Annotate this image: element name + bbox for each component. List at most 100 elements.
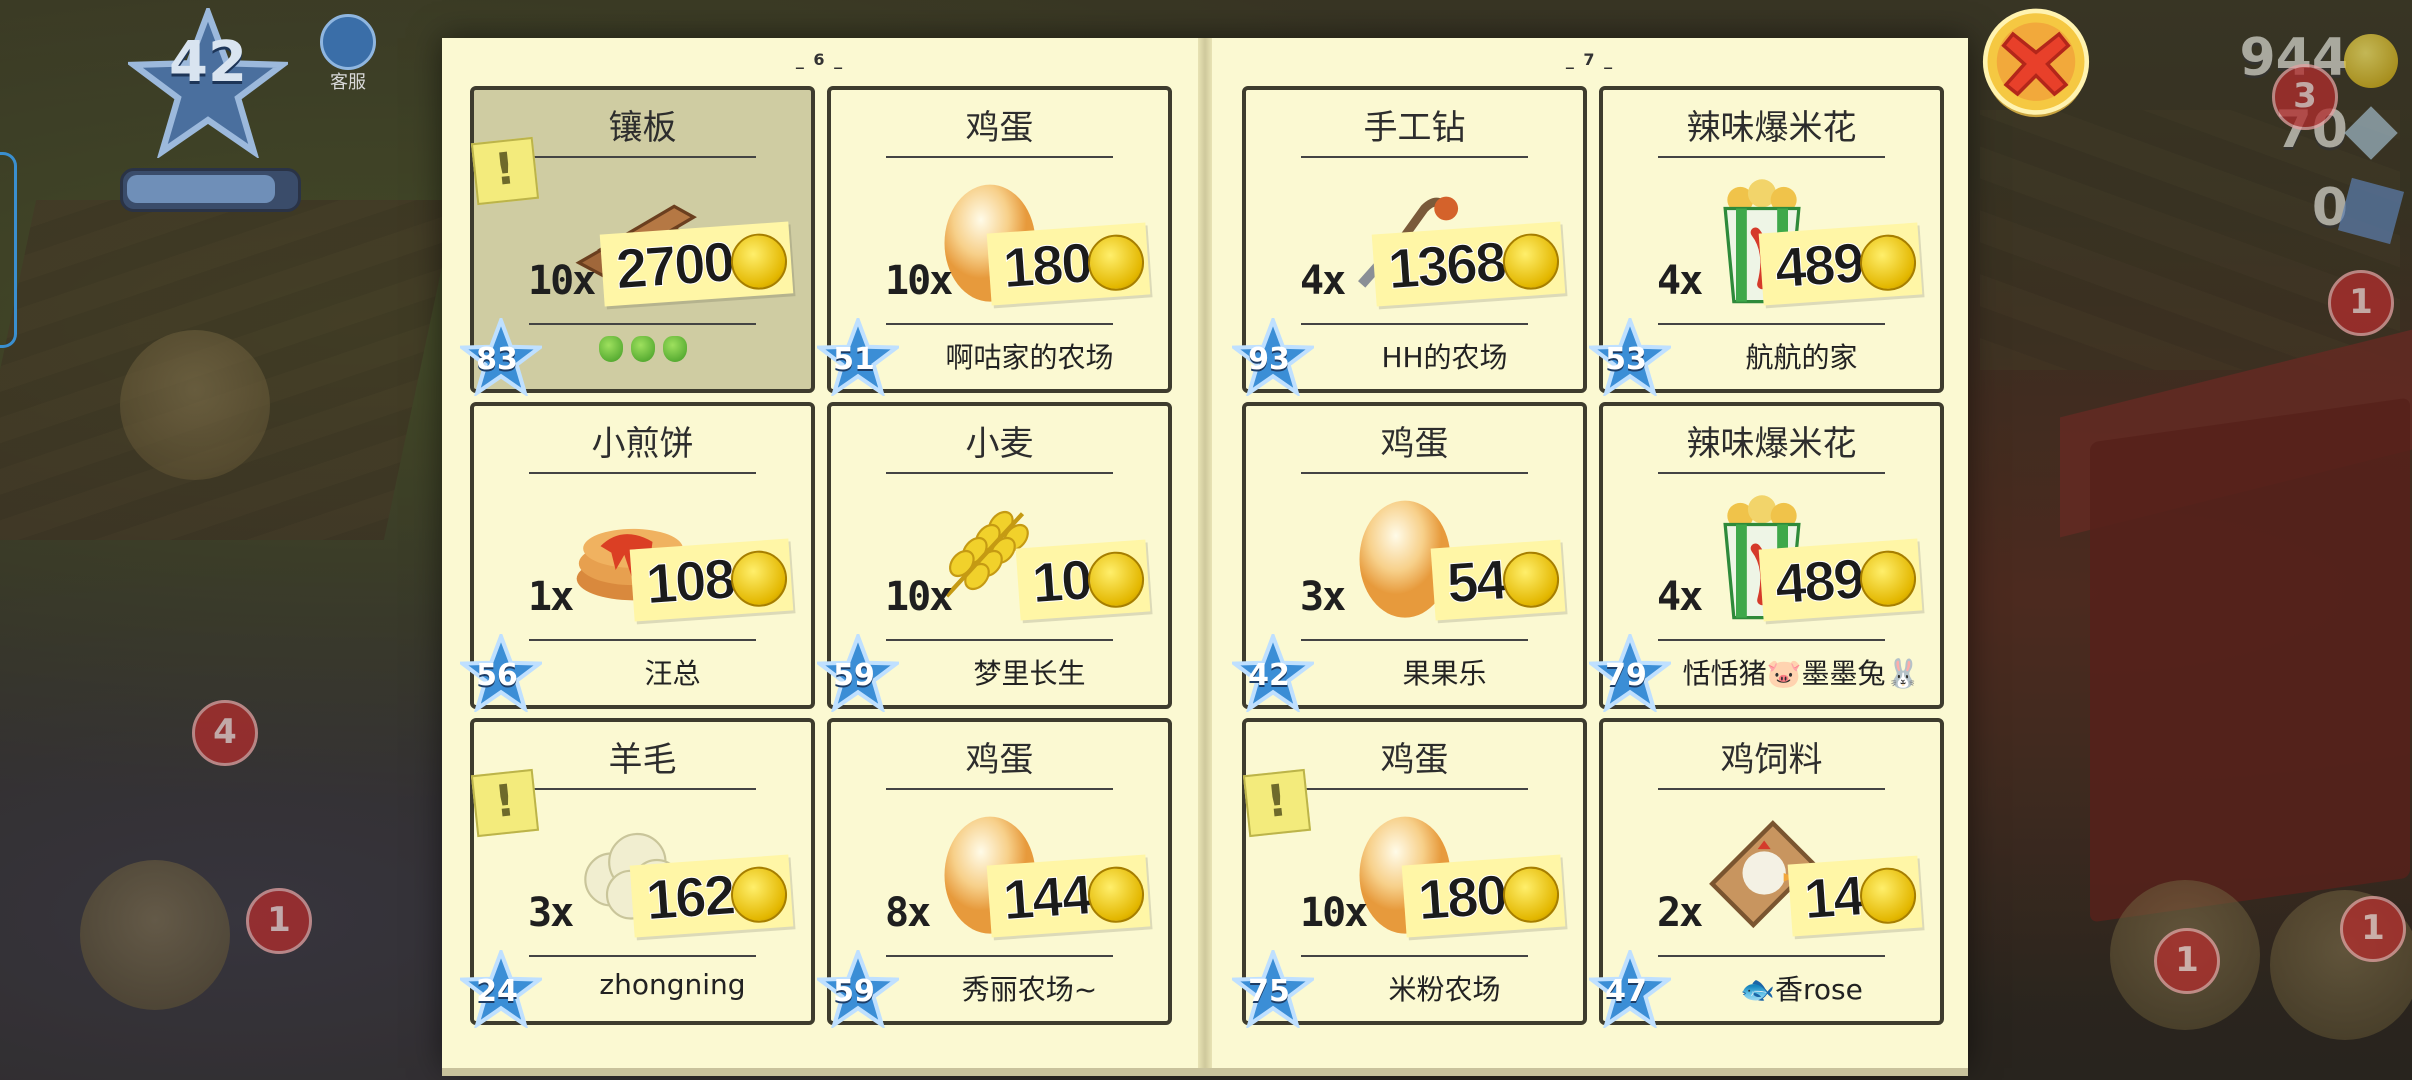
listing-card[interactable]: 鸡蛋 3x 54 果果乐 42 <box>1228 402 1587 714</box>
coin-icon <box>1858 865 1918 926</box>
divider <box>1658 323 1885 325</box>
price-tag: 489 <box>1758 538 1923 622</box>
item-price: 489 <box>1772 230 1865 300</box>
item-name: 辣味爆米花 <box>1686 108 1857 148</box>
seller-level-star-icon: 51 <box>813 314 903 398</box>
item-price: 10 <box>1029 547 1093 615</box>
divider <box>1658 955 1885 957</box>
listing-card[interactable]: 辣味爆米花 4x 489 航航的家 53 <box>1585 86 1944 398</box>
seller-name: 航航的家 <box>1745 341 1858 374</box>
notification-badge: 3 <box>2272 64 2338 130</box>
divider <box>529 472 756 474</box>
item-quantity: 4x <box>1300 258 1346 304</box>
xp-progress-bar[interactable] <box>120 168 301 212</box>
seller-level-star-icon: 93 <box>1228 314 1318 398</box>
price-tag: 54 <box>1430 539 1566 621</box>
seller-level: 75 <box>1248 974 1290 1009</box>
notification-badge: 1 <box>2328 270 2394 336</box>
customer-service-button[interactable]: 客服 <box>318 14 378 93</box>
pepper-icon <box>662 336 687 362</box>
book-spine <box>1198 38 1212 1068</box>
item-quantity: 10x <box>885 258 953 304</box>
item-price: 14 <box>1801 863 1865 931</box>
listing-card[interactable]: 小煎饼 1x 108 汪总 56 <box>456 402 815 714</box>
seller-level-star-icon: 56 <box>456 630 546 714</box>
item-name: 鸡蛋 <box>1380 424 1449 464</box>
coin-icon <box>729 231 789 292</box>
coin-icon <box>1086 864 1146 925</box>
listing-card[interactable]: 鸡蛋 8x 144 秀丽农场~ 59 <box>813 718 1172 1030</box>
price-tag: 108 <box>629 538 794 622</box>
seller-level-star-icon: 59 <box>813 630 903 714</box>
price-tag: 162 <box>629 854 794 938</box>
vouchers-counter[interactable]: 0 <box>2168 177 2405 248</box>
item-quantity: 10x <box>885 574 953 620</box>
seller-name: 梦里长生 <box>973 657 1086 690</box>
seller-name: 恬恬猪🐷墨墨兔🐰 <box>1682 657 1921 690</box>
exclamation-sticky-icon: ! <box>470 768 540 838</box>
coin-icon <box>1858 548 1918 609</box>
item-name: 鸡蛋 <box>965 108 1034 148</box>
seller-name: 啊咕家的农场 <box>945 341 1114 374</box>
item-price: 489 <box>1772 546 1865 616</box>
divider <box>529 323 756 325</box>
coin-icon <box>1501 549 1561 610</box>
right-page-number: _ 7 _ <box>1565 50 1615 69</box>
coin-icon <box>1858 232 1918 293</box>
divider <box>1301 156 1528 158</box>
item-quantity: 10x <box>528 258 596 304</box>
seller-level-star-icon: 83 <box>456 314 546 398</box>
item-name: 鸡蛋 <box>965 740 1034 780</box>
item-price: 144 <box>1000 862 1093 932</box>
seller-name: 米粉农场 <box>1388 973 1501 1006</box>
coin-icon <box>729 864 789 925</box>
item-name: 小煎饼 <box>591 424 694 464</box>
seller-name: 秀丽农场~ <box>961 973 1098 1006</box>
item-price: 162 <box>643 862 736 932</box>
divider <box>886 156 1113 158</box>
item-quantity: 10x <box>1300 890 1368 936</box>
seller-name: 果果乐 <box>1402 657 1487 690</box>
seller-level-star-icon: 47 <box>1585 946 1675 1030</box>
item-name: 小麦 <box>965 424 1034 464</box>
divider <box>529 955 756 957</box>
pepper-icon <box>630 336 655 362</box>
divider <box>1301 955 1528 957</box>
seller-level: 56 <box>476 658 518 693</box>
seller-level: 53 <box>1605 342 1647 377</box>
divider <box>1658 472 1885 474</box>
divider <box>529 639 756 641</box>
divider <box>886 955 1113 957</box>
coin-icon <box>1086 549 1146 610</box>
listing-card[interactable]: 小麦 10x 10 梦里长生 59 <box>813 402 1172 714</box>
coin-icon <box>1086 232 1146 293</box>
divider <box>1301 788 1528 790</box>
exclamation-sticky-icon: ! <box>470 136 540 206</box>
listing-card[interactable]: 羊毛 3x 162 zhongning 24! <box>456 718 815 1030</box>
customer-service-label: 客服 <box>330 72 366 93</box>
listing-card[interactable]: 鸡蛋 10x 180 啊咕家的农场 51 <box>813 86 1172 398</box>
price-tag: 1368 <box>1372 221 1566 307</box>
price-tag: 14 <box>1787 855 1923 937</box>
seller-level-star-icon: 75 <box>1228 946 1318 1030</box>
listing-card[interactable]: 镶板 10x 2700 83! <box>456 86 815 398</box>
divider <box>529 788 756 790</box>
seller-level: 59 <box>833 658 875 693</box>
item-price: 54 <box>1444 547 1508 615</box>
divider <box>1658 156 1885 158</box>
divider <box>1301 639 1528 641</box>
close-button[interactable] <box>1978 4 2094 124</box>
exclamation-sticky-icon: ! <box>1242 768 1312 838</box>
divider <box>886 472 1113 474</box>
vouchers-value: 0 <box>2311 178 2348 238</box>
listing-card[interactable]: 辣味爆米花 4x 489 恬恬猪🐷墨墨兔🐰 79 <box>1585 402 1944 714</box>
side-panel-tab[interactable] <box>0 152 17 348</box>
listing-card[interactable]: 鸡蛋 10x 180 米粉农场 75! <box>1228 718 1587 1030</box>
seller-level-star-icon: 42 <box>1228 630 1318 714</box>
listing-card[interactable]: 手工钻 4x 1368 HH的农场 93 <box>1228 86 1587 398</box>
seller-level: 42 <box>1248 658 1290 693</box>
listing-card[interactable]: 鸡饲料 2x 14 🐟香rose 47 <box>1585 718 1944 1030</box>
coin-icon <box>1501 231 1561 292</box>
divider <box>886 639 1113 641</box>
xp-progress-fill <box>127 175 275 203</box>
